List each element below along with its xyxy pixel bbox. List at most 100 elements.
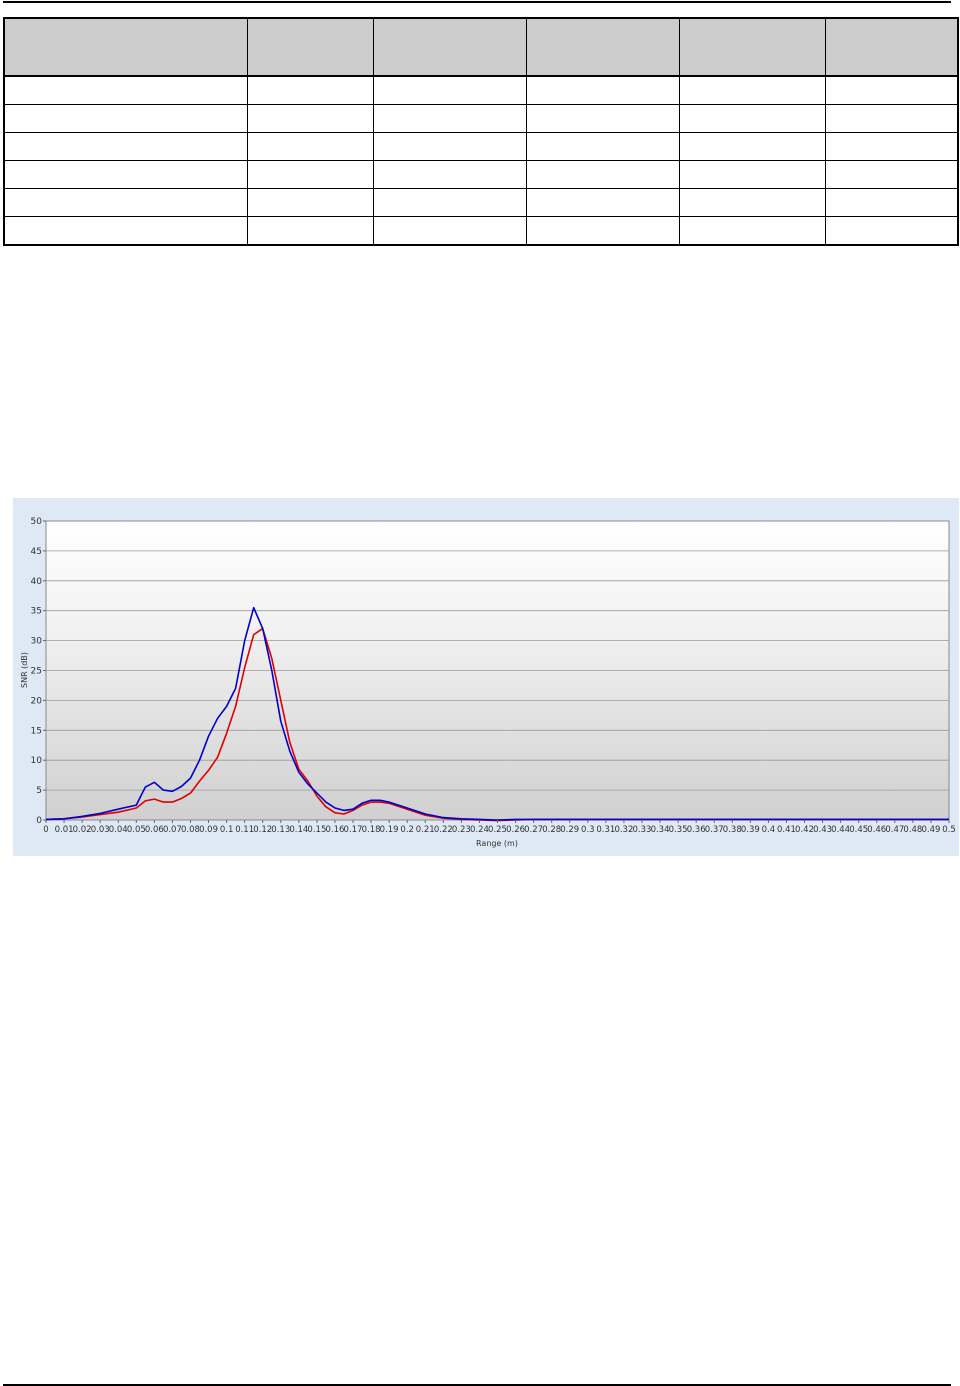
- x-tick-label: 0.29: [560, 825, 579, 835]
- table-cell: [525, 104, 680, 133]
- table-header-cell: [824, 17, 959, 77]
- table-cell: [246, 75, 374, 105]
- table-header-cell: [3, 17, 248, 77]
- snr-chart-panel: 0 5 10 15 20 25 30 35 40 45 50 0 0.01 0.02 0.03 0.04 0.0…: [13, 498, 959, 856]
- table-cell: [678, 75, 826, 105]
- x-tick-label: 0.47: [885, 825, 904, 835]
- x-tick-label: 0.04: [109, 825, 128, 835]
- x-tick-label: 0.35: [669, 825, 688, 835]
- x-tick-label: 0.01: [55, 825, 74, 835]
- x-tick-label: 0.5: [942, 825, 956, 835]
- table-cell: [372, 132, 527, 161]
- x-tick-label: 0.34: [651, 825, 670, 835]
- table-cell: [246, 216, 374, 246]
- x-tick-label: 0.36: [687, 825, 706, 835]
- table-cell: [372, 160, 527, 189]
- table-cell: [824, 216, 959, 246]
- x-tick-label: 0.32: [614, 825, 633, 835]
- table-cell: [3, 132, 248, 161]
- table-cell: [372, 75, 527, 105]
- x-tick-label: 0.28: [542, 825, 561, 835]
- y-tick-label: 10: [31, 756, 43, 766]
- table-cell: [525, 132, 680, 161]
- data-table: [3, 17, 959, 246]
- x-tick-label: 0.3: [581, 825, 595, 835]
- x-tick-label: 0.46: [867, 825, 886, 835]
- x-tick-label: 0.27: [524, 825, 543, 835]
- table-header-cell: [246, 17, 374, 77]
- x-tick-label: 0.24: [470, 825, 489, 835]
- x-tick-label: 0.21: [416, 825, 435, 835]
- table-row: [3, 160, 959, 189]
- y-tick-label: 5: [36, 786, 42, 796]
- table-cell: [246, 104, 374, 133]
- x-tick-label: 0.22: [434, 825, 453, 835]
- table-row: [3, 75, 959, 105]
- table-cell: [525, 216, 680, 246]
- y-tick-label: 0: [36, 816, 42, 826]
- x-tick-label: 0.39: [741, 825, 760, 835]
- x-tick-label: 0.14: [289, 825, 308, 835]
- x-tick-label: 0.17: [344, 825, 363, 835]
- table-cell: [678, 132, 826, 161]
- table-cell: [525, 160, 680, 189]
- table-cell: [824, 104, 959, 133]
- table-cell: [678, 216, 826, 246]
- x-tick-label: 0.05: [127, 825, 146, 835]
- snr-range-chart: 051015202530354045500 0.01 0.02 0.03 0.04 0.0…: [20, 517, 956, 848]
- table-cell: [824, 75, 959, 105]
- table-cell: [678, 160, 826, 189]
- table-cell: [246, 160, 374, 189]
- x-tick-label: 0.43: [813, 825, 832, 835]
- x-tick-label: 0.49: [921, 825, 940, 835]
- table-cell: [678, 188, 826, 217]
- table-cell: [525, 188, 680, 217]
- y-axis-label: SNR (dB): [20, 652, 29, 688]
- x-tick-label: 0.26: [506, 825, 525, 835]
- x-tick-label: 0.08: [181, 825, 200, 835]
- x-tick-label: 0.15: [307, 825, 326, 835]
- table-cell: [246, 132, 374, 161]
- x-tick-label: 0.37: [705, 825, 724, 835]
- table-header-cell: [678, 17, 826, 77]
- table-row: [3, 188, 959, 217]
- x-tick-label: 0.19: [380, 825, 399, 835]
- x-tick-label: 0.42: [795, 825, 814, 835]
- y-tick-label: 50: [31, 517, 43, 527]
- x-tick-label: 0.48: [903, 825, 922, 835]
- table-cell: [525, 75, 680, 105]
- table-header-cell: [525, 17, 680, 77]
- x-tick-label: 0.31: [596, 825, 615, 835]
- x-tick-label: 0.18: [362, 825, 381, 835]
- x-tick-label: 0.03: [91, 825, 110, 835]
- table-row: [3, 132, 959, 161]
- header-rule: [3, 1, 951, 3]
- table-cell: [824, 188, 959, 217]
- y-tick-label: 45: [31, 547, 42, 557]
- table-cell: [3, 104, 248, 133]
- x-tick-label: 0.33: [633, 825, 652, 835]
- x-tick-label: 0.11: [235, 825, 254, 835]
- table-header-cell: [372, 17, 527, 77]
- x-tick-label: 0.25: [488, 825, 507, 835]
- x-tick-label: 0.2: [400, 825, 414, 835]
- y-tick-label: 35: [31, 607, 42, 617]
- table-cell: [3, 75, 248, 105]
- x-tick-label: 0: [43, 825, 48, 835]
- x-tick-label: 0.13: [271, 825, 290, 835]
- x-tick-label: 0.41: [777, 825, 796, 835]
- x-tick-label: 0.23: [452, 825, 471, 835]
- y-tick-label: 30: [31, 637, 43, 647]
- table-cell: [372, 188, 527, 217]
- x-tick-label: 0.06: [145, 825, 164, 835]
- y-tick-label: 15: [31, 726, 42, 736]
- x-axis-label: Range (m): [476, 839, 518, 848]
- x-tick-label: 0.45: [849, 825, 868, 835]
- table-cell: [372, 216, 527, 246]
- table-cell: [824, 132, 959, 161]
- x-tick-label: 0.44: [831, 825, 850, 835]
- table-cell: [678, 104, 826, 133]
- table-row: [3, 216, 959, 246]
- table-cell: [246, 188, 374, 217]
- x-tick-label: 0.16: [325, 825, 344, 835]
